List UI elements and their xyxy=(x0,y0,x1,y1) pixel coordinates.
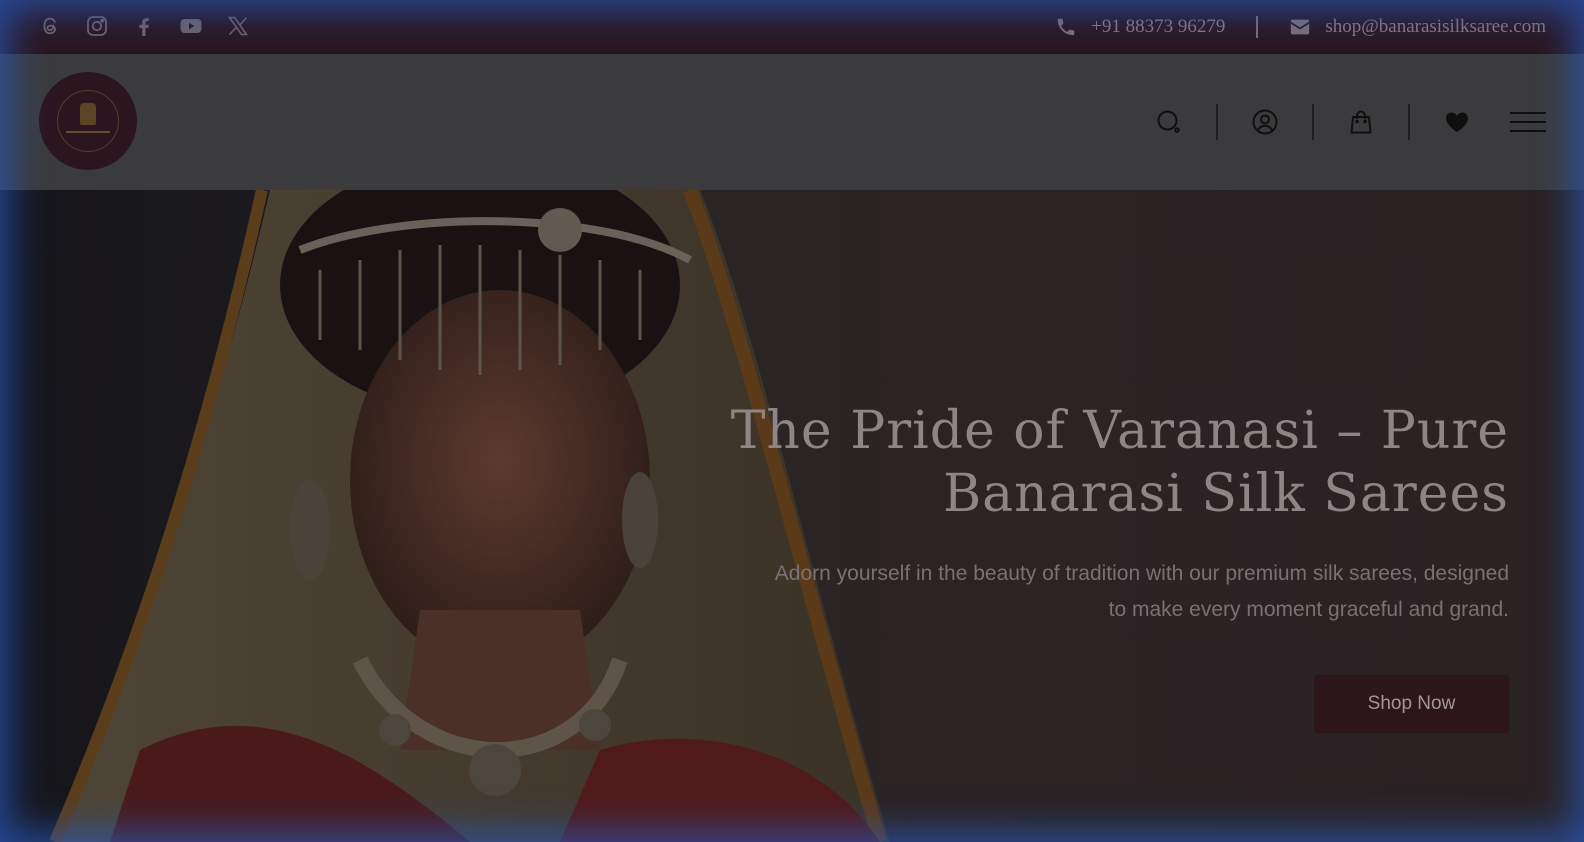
logo-emblem-ring xyxy=(57,90,119,152)
hero-title-line: Banarasi Silk Sarees xyxy=(942,464,1509,524)
envelope-icon xyxy=(1289,16,1311,38)
top-bar: +91 88373 96279 shop@banarasisilksaree.c… xyxy=(0,0,1584,55)
account-icon xyxy=(1252,109,1278,135)
header-actions xyxy=(1154,104,1546,140)
account-button[interactable] xyxy=(1250,107,1280,137)
phone-contact[interactable]: +91 88373 96279 xyxy=(1055,16,1225,38)
contact-divider xyxy=(1256,16,1259,38)
hero-banner: The Pride of Varanasi – Pure Banarasi Si… xyxy=(0,190,1584,842)
instagram-icon[interactable] xyxy=(85,14,109,38)
header-divider xyxy=(1216,104,1218,140)
phone-number[interactable]: +91 88373 96279 xyxy=(1091,16,1225,38)
header-divider xyxy=(1408,104,1410,140)
header-divider xyxy=(1312,104,1314,140)
logo-emblem xyxy=(80,103,96,125)
menu-line xyxy=(1510,112,1546,114)
hamburger-menu-icon[interactable] xyxy=(1510,107,1546,137)
hero-subtitle-line: Adorn yourself in the beauty of traditio… xyxy=(774,562,1509,585)
email-contact[interactable]: shop@banarasisilksaree.com xyxy=(1289,16,1546,38)
shop-now-button[interactable]: Shop Now xyxy=(1314,675,1509,733)
contact-info: +91 88373 96279 shop@banarasisilksaree.c… xyxy=(1055,0,1546,54)
youtube-icon[interactable] xyxy=(179,14,203,38)
wishlist-button[interactable] xyxy=(1442,107,1472,137)
shopping-bag-icon xyxy=(1350,110,1372,134)
cart-button[interactable] xyxy=(1346,107,1376,137)
hero-copy: The Pride of Varanasi – Pure Banarasi Si… xyxy=(689,400,1509,628)
hero-subtitle: Adorn yourself in the beauty of traditio… xyxy=(709,556,1509,628)
email-address[interactable]: shop@banarasisilksaree.com xyxy=(1325,16,1546,38)
logo-wordmark xyxy=(66,131,110,133)
search-icon xyxy=(1157,110,1180,133)
phone-icon xyxy=(1055,16,1077,38)
menu-line xyxy=(1510,121,1546,123)
page: +91 88373 96279 shop@banarasisilksaree.c… xyxy=(0,0,1584,842)
hero-title: The Pride of Varanasi – Pure Banarasi Si… xyxy=(689,400,1509,526)
x-icon[interactable] xyxy=(226,14,250,38)
search-button[interactable] xyxy=(1154,107,1184,137)
heart-icon xyxy=(1446,112,1468,132)
hero-subtitle-line: to make every moment graceful and grand. xyxy=(1108,598,1509,621)
threads-icon[interactable] xyxy=(38,14,62,38)
menu-line xyxy=(1510,130,1546,132)
brand-logo[interactable] xyxy=(39,72,137,170)
site-header xyxy=(0,54,1584,190)
facebook-icon[interactable] xyxy=(132,14,156,38)
hero-title-line: The Pride of Varanasi – Pure xyxy=(730,401,1509,461)
social-links xyxy=(38,14,250,38)
